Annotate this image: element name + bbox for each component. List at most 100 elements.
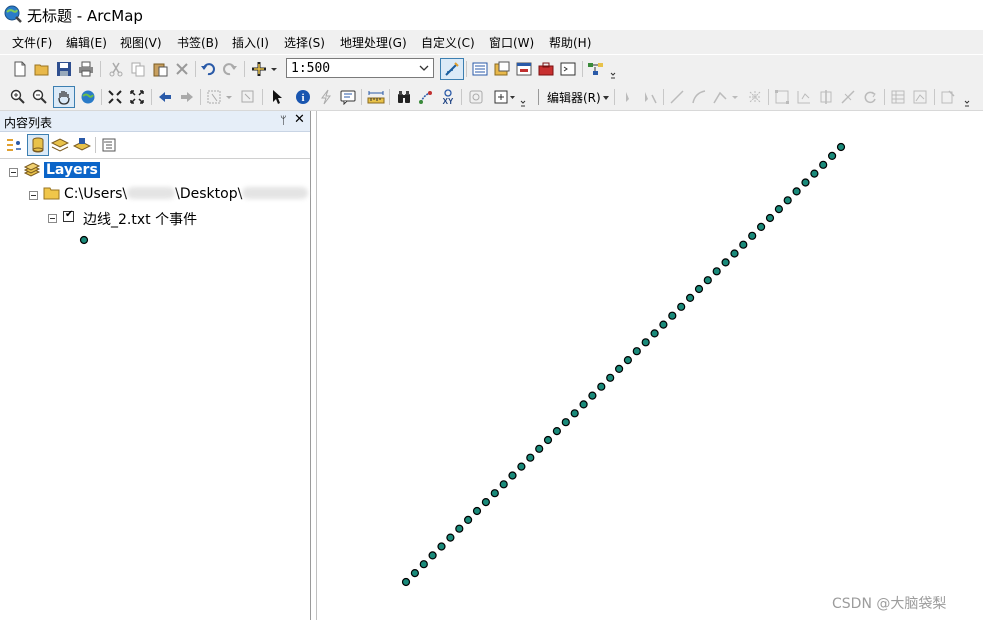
pan-icon[interactable] bbox=[53, 86, 75, 108]
map-point-feature[interactable] bbox=[508, 471, 517, 480]
map-point-feature[interactable] bbox=[428, 551, 437, 560]
map-point-feature[interactable] bbox=[481, 498, 490, 507]
map-scale-combobox[interactable]: 1:500 bbox=[286, 58, 434, 78]
collapse-toggle[interactable] bbox=[9, 168, 18, 177]
map-point-feature[interactable] bbox=[686, 293, 695, 302]
save-icon[interactable] bbox=[54, 59, 74, 79]
menu-bookmarks[interactable]: 书签(B) bbox=[177, 34, 219, 51]
menu-view[interactable]: 视图(V) bbox=[120, 34, 162, 51]
edit-vertices-icon[interactable] bbox=[772, 87, 792, 107]
map-point-feature[interactable] bbox=[597, 382, 606, 391]
map-point-feature[interactable] bbox=[410, 569, 420, 578]
identify-icon[interactable]: i bbox=[293, 87, 313, 107]
rotate-tool-icon[interactable] bbox=[860, 87, 880, 107]
construction-tools-icon[interactable] bbox=[711, 87, 741, 107]
map-point-feature[interactable] bbox=[472, 506, 482, 516]
layer-name[interactable]: 边线_2.txt 个事件 bbox=[83, 209, 197, 229]
fixed-zoom-out-icon[interactable] bbox=[127, 87, 147, 107]
catalog-icon[interactable] bbox=[492, 59, 512, 79]
map-point-feature[interactable] bbox=[606, 373, 615, 382]
map-point-feature[interactable] bbox=[819, 160, 828, 169]
reshape-feature-icon[interactable] bbox=[794, 87, 814, 107]
map-point-feature[interactable] bbox=[757, 222, 766, 232]
map-point-feature[interactable] bbox=[836, 142, 846, 152]
menu-geoprocessing[interactable]: 地理处理(G) bbox=[340, 34, 407, 51]
editor-toolbar-icon[interactable] bbox=[440, 58, 464, 80]
map-point-feature[interactable] bbox=[561, 418, 570, 427]
map-point-feature[interactable] bbox=[801, 178, 810, 187]
back-extent-icon[interactable] bbox=[155, 87, 175, 107]
full-extent-icon[interactable] bbox=[78, 87, 98, 107]
map-point-feature[interactable] bbox=[535, 444, 544, 453]
menu-edit[interactable]: 编辑(E) bbox=[66, 34, 107, 51]
print-icon[interactable] bbox=[76, 59, 96, 79]
close-icon[interactable]: ✕ bbox=[294, 112, 305, 127]
menu-windows[interactable]: 窗口(W) bbox=[489, 34, 534, 51]
undo-icon[interactable] bbox=[198, 59, 218, 79]
map-point-feature[interactable] bbox=[703, 276, 712, 285]
measure-icon[interactable] bbox=[366, 87, 386, 107]
map-point-feature[interactable] bbox=[677, 302, 686, 311]
list-by-selection-icon[interactable] bbox=[72, 135, 92, 155]
map-point-feature[interactable] bbox=[810, 169, 819, 178]
hyperlink-icon[interactable] bbox=[316, 87, 336, 107]
search-window-icon[interactable] bbox=[514, 59, 534, 79]
chevron-down-icon[interactable] bbox=[417, 60, 431, 76]
map-point-feature[interactable] bbox=[401, 577, 411, 587]
select-elements-icon[interactable] bbox=[267, 87, 287, 107]
map-point-feature[interactable] bbox=[464, 515, 473, 524]
map-point-feature[interactable] bbox=[437, 542, 446, 551]
straight-segment-icon[interactable] bbox=[667, 87, 687, 107]
map-point-feature[interactable] bbox=[650, 329, 659, 338]
add-data-icon[interactable] bbox=[250, 59, 280, 79]
copy-icon[interactable] bbox=[128, 59, 148, 79]
workspace-path[interactable]: C:\Users\ \Desktop\ bbox=[64, 186, 309, 202]
menu-selection[interactable]: 选择(S) bbox=[284, 34, 325, 51]
map-point-feature[interactable] bbox=[490, 489, 499, 498]
open-folder-icon[interactable] bbox=[32, 59, 52, 79]
list-by-source-icon[interactable] bbox=[27, 134, 49, 156]
map-point-feature[interactable] bbox=[748, 231, 757, 240]
collapse-toggle[interactable] bbox=[48, 214, 57, 223]
select-features-icon[interactable] bbox=[205, 87, 235, 107]
map-point-feature[interactable] bbox=[543, 435, 553, 445]
edit-annotation-icon[interactable] bbox=[640, 87, 660, 107]
split-tool-icon[interactable] bbox=[838, 87, 858, 107]
toolbar-overflow-icon[interactable] bbox=[610, 63, 616, 81]
find-route-icon[interactable] bbox=[416, 87, 436, 107]
cut-polygons-icon[interactable] bbox=[816, 87, 836, 107]
trace-icon[interactable] bbox=[745, 87, 765, 107]
map-point-feature[interactable] bbox=[765, 213, 775, 223]
map-point-feature[interactable] bbox=[419, 560, 428, 569]
map-point-feature[interactable] bbox=[668, 311, 677, 320]
menu-file[interactable]: 文件(F) bbox=[12, 34, 52, 51]
chevron-down-icon[interactable] bbox=[602, 95, 610, 101]
sketch-properties-icon[interactable] bbox=[910, 87, 930, 107]
create-features-icon[interactable] bbox=[938, 87, 958, 107]
map-canvas[interactable] bbox=[317, 111, 983, 620]
end-point-arc-icon[interactable] bbox=[689, 87, 709, 107]
map-point-feature[interactable] bbox=[517, 462, 526, 471]
options-icon[interactable] bbox=[99, 135, 119, 155]
map-point-feature[interactable] bbox=[552, 427, 561, 436]
editor-menu-button[interactable]: 编辑器(R) bbox=[547, 89, 601, 106]
map-display[interactable] bbox=[316, 111, 983, 620]
map-point-feature[interactable] bbox=[615, 364, 624, 373]
data-frame-layers[interactable]: Layers bbox=[44, 162, 100, 178]
map-point-feature[interactable] bbox=[774, 204, 783, 214]
python-icon[interactable] bbox=[558, 59, 578, 79]
map-point-feature[interactable] bbox=[641, 338, 650, 347]
list-by-visibility-icon[interactable] bbox=[50, 135, 70, 155]
attributes-icon[interactable] bbox=[888, 87, 908, 107]
html-popup-icon[interactable] bbox=[338, 87, 358, 107]
list-by-drawing-order-icon[interactable] bbox=[4, 135, 24, 155]
map-point-feature[interactable] bbox=[570, 409, 579, 418]
table-of-contents-icon[interactable] bbox=[470, 59, 490, 79]
map-point-feature[interactable] bbox=[721, 258, 730, 267]
layer-visibility-checkbox[interactable]: ✔ bbox=[63, 209, 74, 222]
map-point-feature[interactable] bbox=[526, 453, 535, 462]
point-symbol-icon[interactable] bbox=[79, 235, 89, 245]
collapse-toggle[interactable] bbox=[29, 191, 38, 200]
map-point-feature[interactable] bbox=[455, 524, 464, 533]
clear-selection-icon[interactable] bbox=[238, 87, 258, 107]
